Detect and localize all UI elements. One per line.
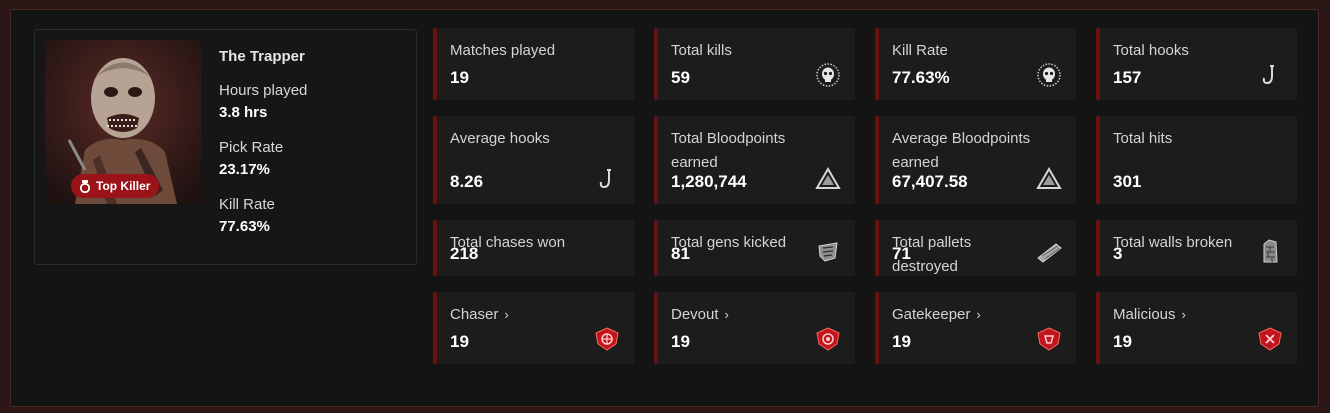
emblem-card-chaser[interactable]: Chaser › 19	[433, 292, 634, 364]
emblem-malicious-icon	[1257, 326, 1283, 352]
stat-card-kill-rate: Kill Rate 77.63%	[875, 28, 1076, 100]
stat-value: 19	[1113, 332, 1132, 351]
kill-rate-label: Kill Rate	[219, 196, 275, 213]
bloodpoints-icon	[1036, 166, 1062, 192]
hook-icon	[1257, 62, 1283, 88]
skull-icon	[1036, 62, 1062, 88]
bloodpoints-icon	[815, 166, 841, 192]
stat-card-total-pallets-destroyed: Total pallets destroyed 71	[875, 220, 1076, 276]
hook-icon	[594, 166, 620, 192]
stat-title: Total pallets destroyed	[892, 234, 972, 275]
stat-card-total-gens-kicked: Total gens kicked 81	[654, 220, 855, 276]
pallet-icon	[1036, 238, 1062, 264]
chevron-right-icon: ›	[976, 307, 981, 322]
stat-title: Total kills	[671, 42, 732, 59]
stat-card-total-hits: Total hits 301	[1096, 116, 1297, 204]
pick-rate-value: 23.17%	[219, 161, 270, 178]
stat-title: Average Bloodpoints earned	[892, 130, 1031, 171]
stat-card-total-bloodpoints: Total Bloodpoints earned 1,280,744	[654, 116, 855, 204]
stat-value: 3	[1113, 244, 1123, 263]
stat-card-total-kills: Total kills 59	[654, 28, 855, 100]
stat-card-average-hooks: Average hooks 8.26	[433, 116, 634, 204]
emblem-link[interactable]: Malicious ›	[1113, 303, 1257, 327]
stat-value: 218	[450, 244, 479, 263]
stat-value: 81	[671, 244, 690, 263]
stat-value: 19	[892, 332, 911, 351]
emblem-title: Chaser	[450, 306, 499, 323]
stat-title: Total hooks	[1113, 42, 1189, 59]
chevron-right-icon: ›	[724, 307, 729, 322]
stat-title: Kill Rate	[892, 42, 948, 59]
stat-value: 19	[450, 68, 469, 87]
kill-rate-value: 77.63%	[219, 218, 270, 235]
stat-title: Average hooks	[450, 130, 550, 147]
stat-value: 1,280,744	[671, 172, 747, 191]
stat-card-total-hooks: Total hooks 157	[1096, 28, 1297, 100]
stat-value: 19	[450, 332, 469, 351]
stat-value: 301	[1113, 172, 1142, 191]
emblem-card-devout[interactable]: Devout › 19	[654, 292, 855, 364]
emblem-card-malicious[interactable]: Malicious › 19	[1096, 292, 1297, 364]
stat-card-total-chases-won: Total chases won 218	[433, 220, 634, 276]
stat-title: Total hits	[1113, 130, 1173, 147]
top-killer-badge: Top Killer	[71, 174, 160, 198]
stat-value: 77.63%	[892, 68, 950, 87]
chevron-right-icon: ›	[504, 307, 509, 322]
stat-title: Total gens kicked	[671, 234, 787, 251]
killer-name: The Trapper	[219, 48, 305, 65]
wall-icon	[1257, 238, 1283, 264]
hours-played-value: 3.8 hrs	[219, 104, 268, 121]
chevron-right-icon: ›	[1181, 307, 1186, 322]
stats-grid: Matches played 19 Total kills 59 Kill Ra…	[433, 28, 1297, 364]
killer-profile-card: Top Killer The Trapper Hours played 3.8 …	[34, 29, 417, 265]
emblem-title: Gatekeeper	[892, 306, 971, 323]
medal-icon	[79, 179, 91, 193]
killer-info: The Trapper Hours played 3.8 hrs Pick Ra…	[219, 48, 409, 253]
stat-value: 59	[671, 68, 690, 87]
emblem-link[interactable]: Devout ›	[671, 303, 815, 327]
emblem-devout-icon	[815, 326, 841, 352]
stat-card-average-bloodpoints: Average Bloodpoints earned 67,407.58	[875, 116, 1076, 204]
stat-title: Matches played	[450, 42, 556, 59]
stat-card-matches-played: Matches played 19	[433, 28, 634, 100]
badge-label: Top Killer	[96, 179, 151, 193]
stat-card-total-walls-broken: Total walls broken 3	[1096, 220, 1297, 276]
generator-icon	[815, 238, 841, 264]
stat-value: 71	[892, 244, 911, 263]
emblem-title: Devout	[671, 306, 719, 323]
stat-title: Total Bloodpoints earned	[671, 130, 786, 171]
stat-value: 19	[671, 332, 690, 351]
emblem-chaser-icon	[594, 326, 620, 352]
stat-value: 8.26	[450, 172, 484, 191]
pick-rate-label: Pick Rate	[219, 139, 284, 156]
hours-played-label: Hours played	[219, 82, 308, 99]
emblem-link[interactable]: Gatekeeper ›	[892, 303, 1036, 327]
emblem-link[interactable]: Chaser ›	[450, 303, 594, 327]
skull-icon	[815, 62, 841, 88]
emblem-title: Malicious	[1113, 306, 1176, 323]
emblem-gatekeeper-icon	[1036, 326, 1062, 352]
emblem-card-gatekeeper[interactable]: Gatekeeper › 19	[875, 292, 1076, 364]
stat-value: 157	[1113, 68, 1142, 87]
stats-panel: Top Killer The Trapper Hours played 3.8 …	[10, 9, 1319, 407]
stat-value: 67,407.58	[892, 172, 968, 191]
stat-title: Total walls broken	[1113, 234, 1233, 251]
